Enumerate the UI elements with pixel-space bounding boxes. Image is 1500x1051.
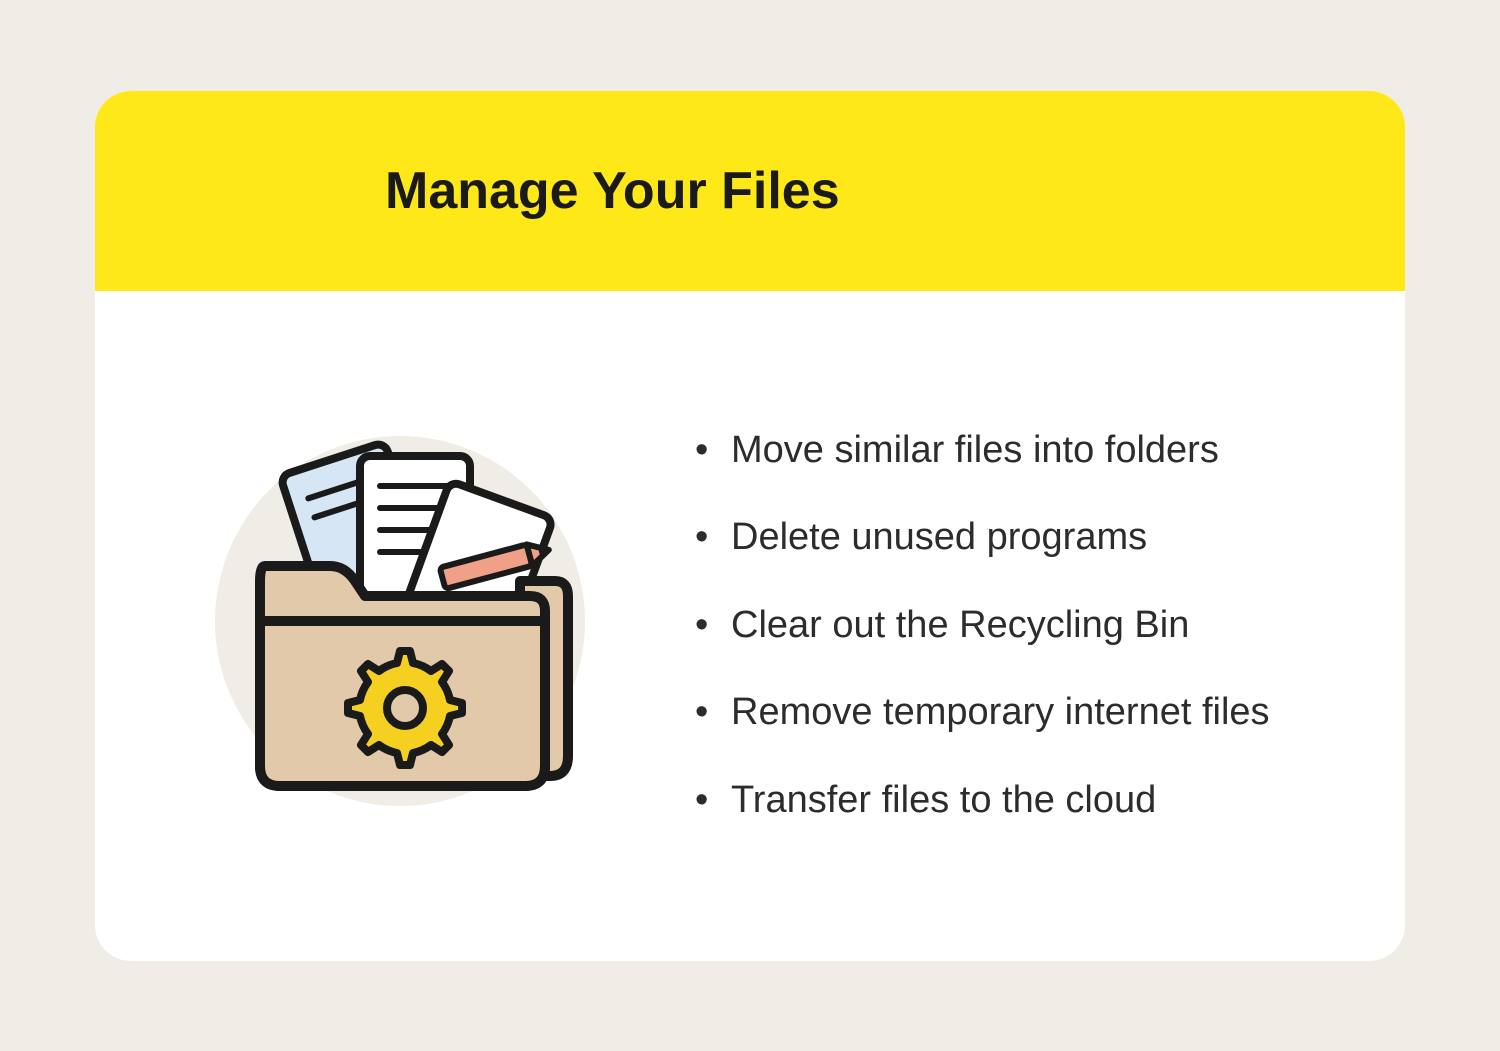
folder-gear-documents-icon xyxy=(210,436,590,816)
illustration xyxy=(180,406,620,846)
list-item: Delete unused programs xyxy=(695,513,1270,562)
list-item: Clear out the Recycling Bin xyxy=(695,601,1270,650)
card-header: Manage Your Files xyxy=(95,91,1405,291)
list-item: Move similar files into folders xyxy=(695,426,1270,475)
list-item: Remove temporary internet files xyxy=(695,688,1270,737)
card-body: Move similar files into folders Delete u… xyxy=(95,291,1405,961)
info-card: Manage Your Files xyxy=(95,91,1405,961)
card-title: Manage Your Files xyxy=(385,161,840,221)
list-item: Transfer files to the cloud xyxy=(695,776,1270,825)
tips-list: Move similar files into folders Delete u… xyxy=(695,426,1270,825)
